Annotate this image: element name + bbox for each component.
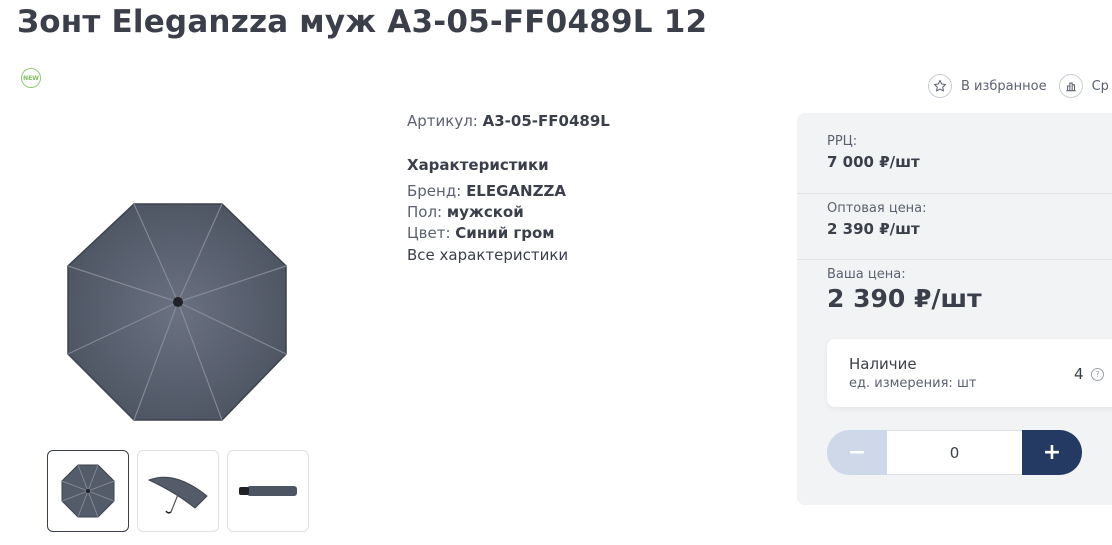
compare-chart-icon [1058,74,1083,98]
thumbnail-folded[interactable] [227,450,309,532]
article-value: A3-05-FF0489L [482,112,610,130]
your-price-label: Ваша цена: [827,267,906,282]
favorites-label: В избранное [961,78,1047,94]
wholesale-price: Оптовая цена: 2 390 ₽/шт [827,201,927,238]
thumbnail-side-view[interactable] [137,450,219,532]
wholesale-label: Оптовая цена: [827,201,927,216]
stock-card: Наличие ед. измерения: шт 4 ? [827,339,1112,407]
spec-row-brand: Бренд: ELEGANZZA [407,182,610,200]
spec-label: Пол: [407,203,443,221]
star-icon [928,74,952,98]
your-price-value: 2 390 ₽/шт [827,284,982,313]
product-actions: В избранное Ср [928,74,1109,98]
help-icon[interactable]: ? [1091,368,1104,381]
compare-label: Ср [1091,78,1109,94]
all-specs-link[interactable]: Все характеристики [407,246,610,264]
spec-row-color: Цвет: Синий гром [407,224,610,242]
spec-row-gender: Пол: мужской [407,203,610,221]
article-row: Артикул: A3-05-FF0489L [407,112,610,130]
spec-value: Синий гром [455,224,555,242]
spec-label: Бренд: [407,182,462,200]
spec-label: Цвет: [407,224,451,242]
compare-button[interactable]: Ср [1058,74,1109,98]
wholesale-value: 2 390 ₽/шт [827,220,920,238]
divider [797,259,1112,260]
article-label: Артикул: [407,112,478,130]
your-price: Ваша цена: 2 390 ₽/шт [827,267,982,313]
product-specs: Артикул: A3-05-FF0489L Характеристики Бр… [407,112,610,264]
spec-value: ELEGANZZA [466,182,566,200]
rrc-price: РРЦ: 7 000 ₽/шт [827,134,920,171]
increase-quantity-button[interactable]: + [1022,430,1082,475]
spec-value: мужской [446,203,524,221]
rrc-label: РРЦ: [827,134,858,149]
quantity-stepper: − + [827,430,1082,475]
rrc-value: 7 000 ₽/шт [827,153,920,171]
product-title: Зонт Eleganzza муж A3-05-FF0489L 12 [17,4,708,40]
stock-quantity: 4 [1074,365,1084,383]
divider [797,193,1112,194]
thumbnail-open-top[interactable] [47,450,129,532]
decrease-quantity-button[interactable]: − [827,430,887,475]
stock-title: Наличие [849,355,917,373]
product-main-image[interactable] [48,188,308,438]
new-badge: NEW [21,68,41,88]
stock-unit: ед. измерения: шт [849,376,977,391]
specs-heading: Характеристики [407,156,549,174]
quantity-input[interactable] [887,430,1022,475]
price-panel: РРЦ: 7 000 ₽/шт Оптовая цена: 2 390 ₽/шт… [797,113,1112,505]
add-to-favorites-button[interactable]: В избранное [928,74,1047,98]
image-thumbnails [47,450,317,532]
